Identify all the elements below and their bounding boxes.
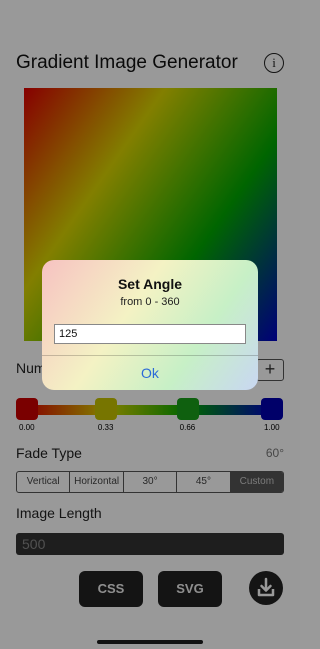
ok-button[interactable]: Ok — [42, 356, 258, 390]
angle-input[interactable]: 125 — [54, 324, 246, 344]
home-indicator[interactable] — [97, 640, 203, 644]
alert-message: from 0 - 360 — [120, 296, 180, 308]
app-screen: 2:47 Gradient Image Generator i Num + 0.… — [0, 0, 300, 649]
set-angle-alert: Set Angle from 0 - 360 125 Ok — [42, 260, 258, 390]
alert-title: Set Angle — [117, 276, 183, 292]
